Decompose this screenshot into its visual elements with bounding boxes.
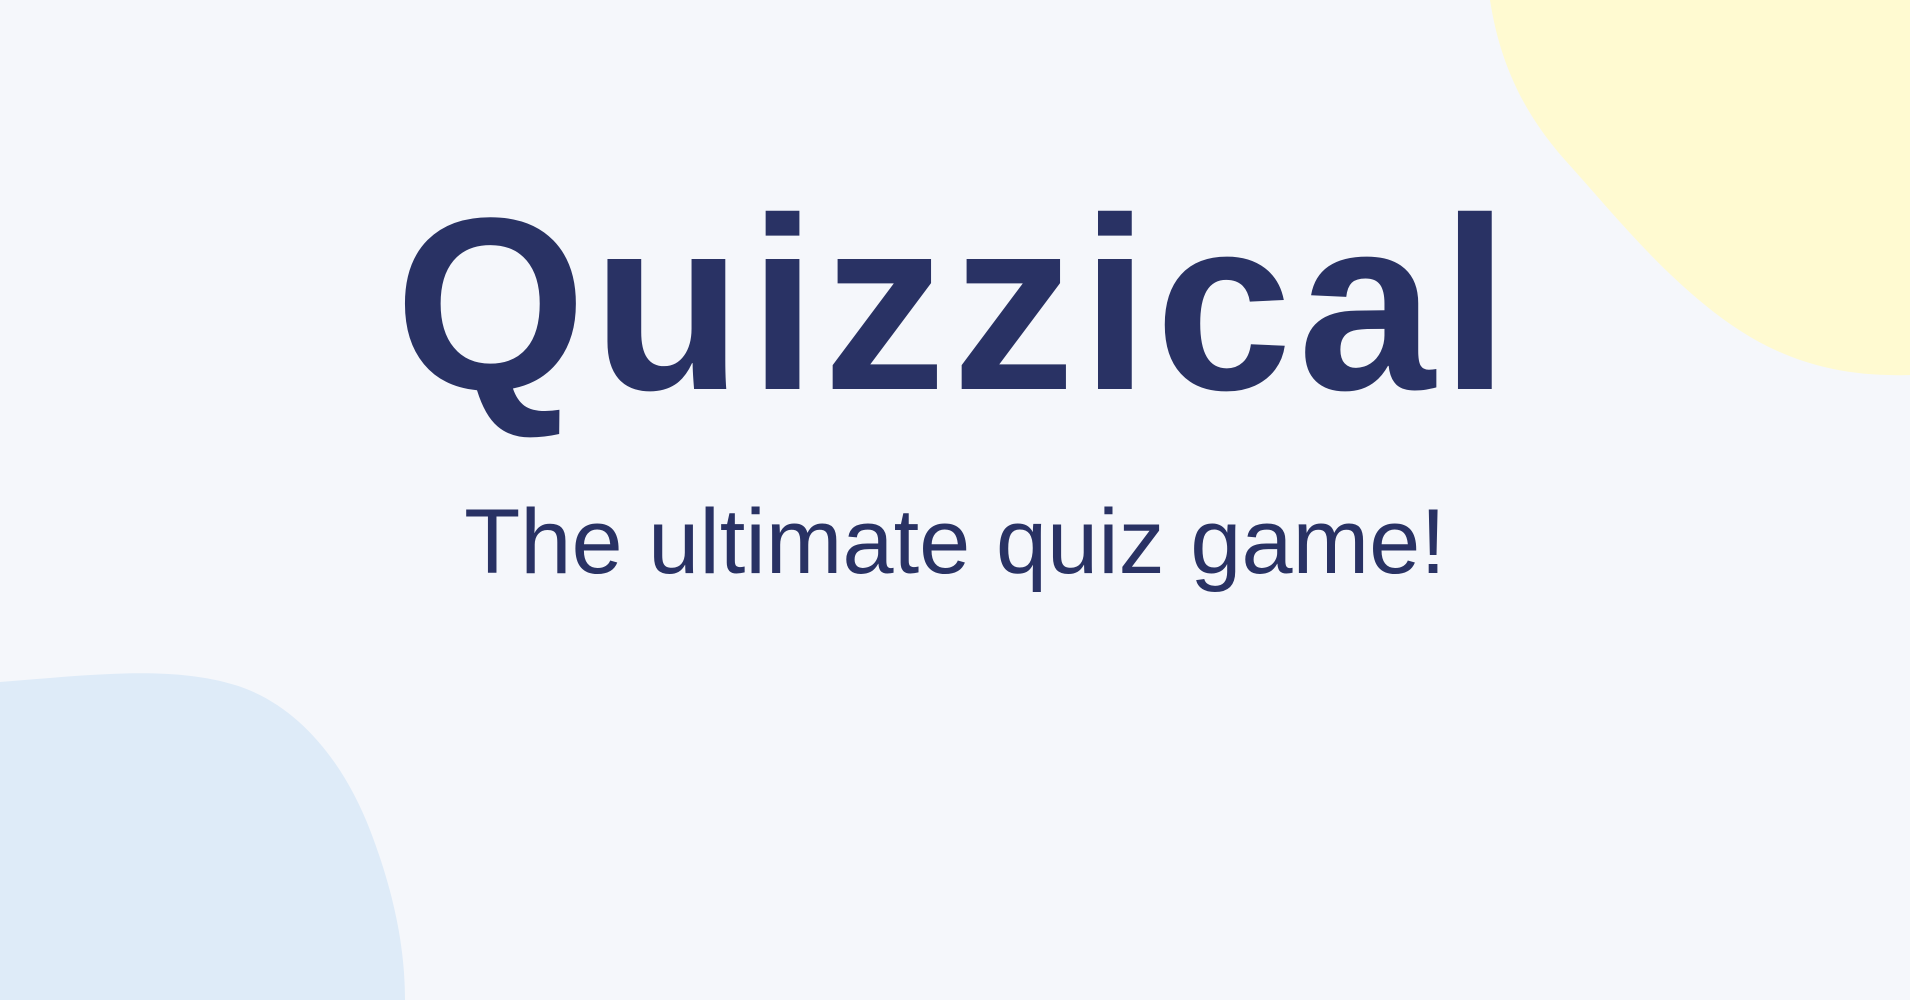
app-title: Quizzical [394,167,1516,442]
app-subtitle: The ultimate quiz game! [464,491,1446,593]
start-screen: Quizzical The ultimate quiz game! [0,0,1910,1000]
app-subtitle-container: The ultimate quiz game! [0,480,1910,605]
